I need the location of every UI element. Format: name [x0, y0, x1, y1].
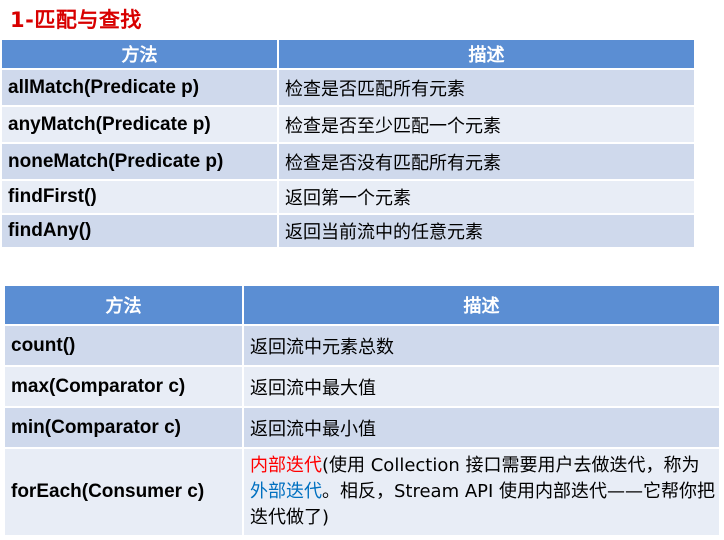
table-row: findAny() 返回当前流中的任意元素 — [2, 214, 694, 249]
description-cell: 返回当前流中的任意元素 — [278, 214, 694, 249]
internal-iteration-highlight: 内部迭代 — [250, 455, 322, 476]
aggregate-table: 方法 描述 count() 返回流中元素总数 max(Comparator c)… — [5, 286, 719, 537]
method-cell: findAny() — [2, 214, 279, 249]
method-cell: allMatch(Predicate p) — [2, 69, 279, 107]
column-header-method: 方法 — [5, 286, 244, 326]
method-cell: noneMatch(Predicate p) — [2, 143, 279, 181]
table-row: allMatch(Predicate p) 检查是否匹配所有元素 — [2, 69, 694, 107]
column-header-method: 方法 — [2, 40, 279, 70]
description-cell: 内部迭代(使用 Collection 接口需要用户去做迭代，称为外部迭代。相反，… — [243, 448, 719, 537]
page-title: 1-匹配与查找 — [10, 8, 142, 32]
table-row: min(Comparator c) 返回流中最小值 — [5, 407, 719, 449]
description-text: (使用 Collection 接口需要用户去做迭代，称为 — [322, 455, 700, 476]
match-find-table: 方法 描述 allMatch(Predicate p) 检查是否匹配所有元素 a… — [2, 40, 694, 249]
method-cell: min(Comparator c) — [5, 407, 244, 449]
description-cell: 检查是否至少匹配一个元素 — [278, 106, 694, 144]
table-row: noneMatch(Predicate p) 检查是否没有匹配所有元素 — [2, 143, 694, 181]
column-header-description: 描述 — [278, 40, 694, 70]
table-row: anyMatch(Predicate p) 检查是否至少匹配一个元素 — [2, 106, 694, 144]
external-iteration-highlight: 外部迭代 — [250, 481, 322, 502]
method-cell: max(Comparator c) — [5, 366, 244, 408]
table-row: findFirst() 返回第一个元素 — [2, 180, 694, 215]
method-cell: anyMatch(Predicate p) — [2, 106, 279, 144]
description-cell: 返回流中最小值 — [243, 407, 719, 449]
description-cell: 检查是否匹配所有元素 — [278, 69, 694, 107]
table-header-row: 方法 描述 — [2, 40, 694, 70]
method-cell: count() — [5, 325, 244, 367]
method-cell: forEach(Consumer c) — [5, 448, 244, 537]
description-cell: 返回流中元素总数 — [243, 325, 719, 367]
description-cell: 检查是否没有匹配所有元素 — [278, 143, 694, 181]
method-cell: findFirst() — [2, 180, 279, 215]
description-cell: 返回流中最大值 — [243, 366, 719, 408]
description-cell: 返回第一个元素 — [278, 180, 694, 215]
table-row: max(Comparator c) 返回流中最大值 — [5, 366, 719, 408]
table-row: forEach(Consumer c) 内部迭代(使用 Collection 接… — [5, 448, 719, 537]
column-header-description: 描述 — [243, 286, 719, 326]
table-row: count() 返回流中元素总数 — [5, 325, 719, 367]
table-header-row: 方法 描述 — [5, 286, 719, 326]
